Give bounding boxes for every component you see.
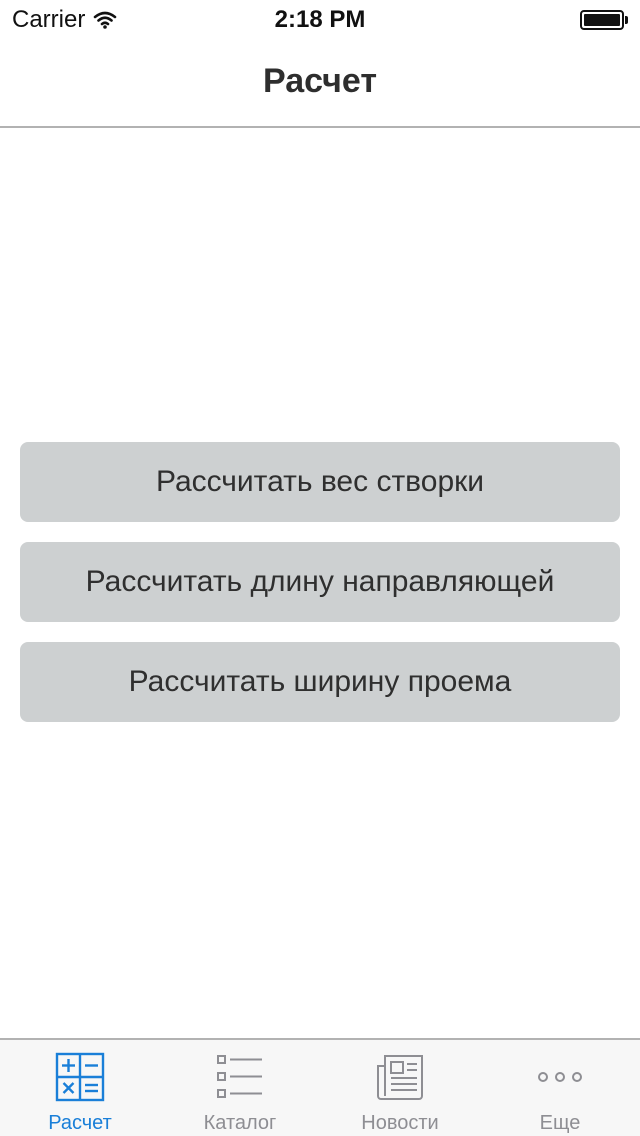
navigation-bar: Расчет — [0, 40, 640, 128]
calc-opening-width-button[interactable]: Рассчитать ширину проема — [20, 642, 620, 722]
tab-catalog-label: Каталог — [203, 1112, 277, 1134]
status-bar: Carrier 2:18 PM — [0, 0, 640, 40]
tab-news[interactable]: Новости — [320, 1040, 480, 1136]
tab-bar: Расчет Каталог Новости Еще — [0, 1038, 640, 1136]
battery-icon — [580, 10, 628, 30]
page-title: Расчет — [262, 62, 378, 100]
calculator-icon — [55, 1052, 105, 1102]
calc-sash-weight-button[interactable]: Рассчитать вес створки — [20, 442, 620, 522]
more-icon — [538, 1072, 582, 1082]
tab-calculation[interactable]: Расчет — [0, 1040, 160, 1136]
tab-more-label: Еще — [539, 1112, 581, 1134]
tab-catalog[interactable]: Каталог — [160, 1040, 320, 1136]
tab-calculation-label: Расчет — [48, 1112, 112, 1134]
calc-guide-length-button[interactable]: Рассчитать длину направляющей — [20, 542, 620, 622]
tab-more[interactable]: Еще — [480, 1040, 640, 1136]
newspaper-icon — [377, 1055, 423, 1100]
list-icon — [217, 1055, 262, 1098]
status-time: 2:18 PM — [274, 6, 366, 33]
tab-news-label: Новости — [361, 1112, 439, 1134]
